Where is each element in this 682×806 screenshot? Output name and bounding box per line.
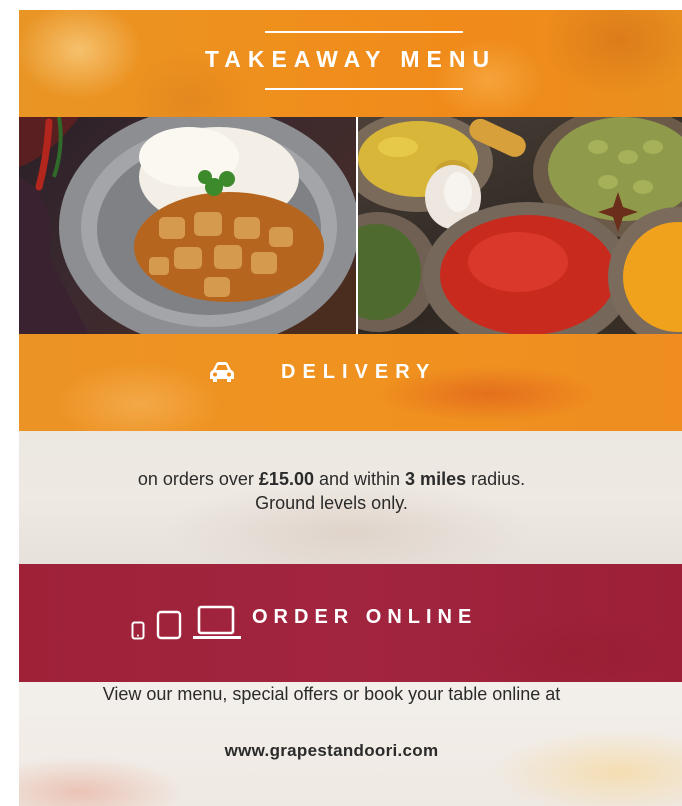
delivery-text-part-3: radius. <box>466 469 526 489</box>
title-rule-bottom <box>265 88 463 90</box>
delivery-conditions: on orders over £15.00 and within 3 miles… <box>0 467 663 515</box>
order-online-heading: ORDER ONLINE <box>252 606 478 628</box>
delivery-line-2: Ground levels only. <box>255 493 408 513</box>
header-banner: TAKEAWAY MENU <box>19 10 682 117</box>
website-link[interactable]: www.grapestandoori.com <box>0 741 663 761</box>
delivery-heading: DELIVERY <box>281 361 437 383</box>
delivery-text-part-2: and within <box>313 469 406 489</box>
page-title: TAKEAWAY MENU <box>204 46 497 72</box>
tablet-icon <box>156 610 182 640</box>
spice-bowls-photo <box>358 117 682 334</box>
delivery-text-part-1: on orders over <box>137 469 259 489</box>
car-icon <box>210 362 234 382</box>
curry-rice-plate-photo <box>19 117 356 334</box>
delivery-line-1: on orders over £15.00 and within 3 miles… <box>0 467 663 491</box>
title-rule-top <box>265 31 463 33</box>
order-online-description: View our menu, special offers or book yo… <box>102 684 561 704</box>
min-order-value: £15.00 <box>258 469 314 489</box>
phone-icon <box>131 621 145 640</box>
laptop-icon <box>193 605 241 639</box>
delivery-radius-value: 3 miles <box>405 469 467 489</box>
photo-strip <box>19 117 682 334</box>
